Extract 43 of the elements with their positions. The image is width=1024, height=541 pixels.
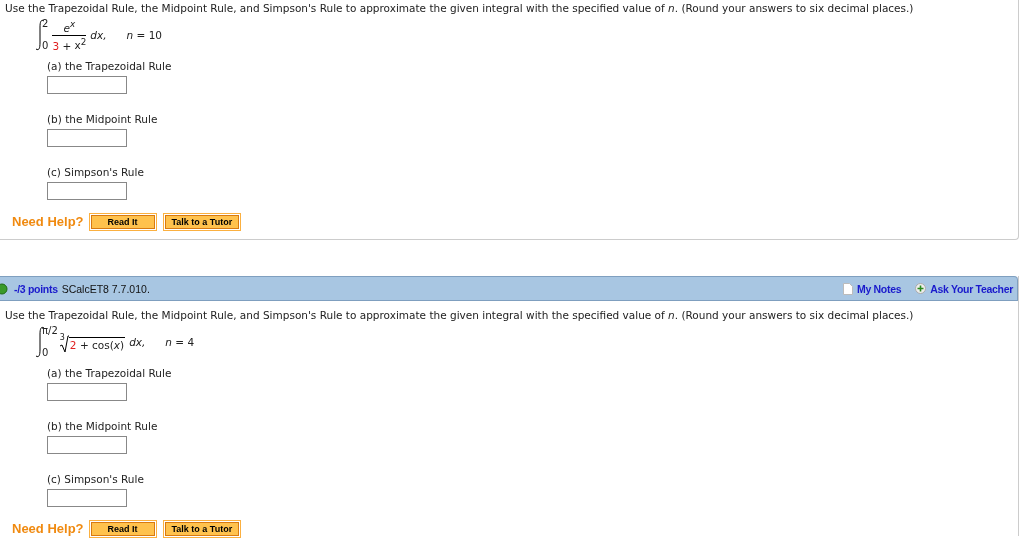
part-label: (a) the Trapezoidal Rule <box>47 366 172 380</box>
need-help-label: Need Help? <box>12 521 84 536</box>
need-help-label: Need Help? <box>12 214 84 229</box>
plus-icon <box>915 283 927 294</box>
radicand-term: + cos( <box>78 339 114 351</box>
radicand-term: 2 <box>69 339 77 351</box>
part-label: (b) the Midpoint Rule <box>47 112 158 126</box>
instruction-text: Use the Trapezoidal Rule, the Midpoint Rule, and Simpson's Rule to approximate the given integral with the specified value of n. (Round your answers to six decimal places.) <box>5 1 915 15</box>
help-button[interactable]: Read It <box>90 214 155 229</box>
part-label: (c) Simpson's Rule <box>47 472 144 486</box>
answer-field[interactable] <box>47 129 127 147</box>
radicand-term: x <box>113 339 120 351</box>
answer-field[interactable] <box>47 383 127 401</box>
n-value: n = 10 <box>126 29 163 41</box>
header-link[interactable]: Ask Your Teacher <box>930 282 1013 295</box>
upper-limit: 2 <box>42 19 49 29</box>
part-label: (b) the Midpoint Rule <box>47 419 158 433</box>
instruction-text: Use the Trapezoidal Rule, the Midpoint Rule, and Simpson's Rule to approximate the given integral with the specified value of n. (Round your answers to six decimal places.) <box>5 308 915 322</box>
note-icon <box>842 282 853 295</box>
question-code: SCalcET8 7.7.010. <box>61 282 150 295</box>
answer-field[interactable] <box>47 76 127 94</box>
denominator-term: x$^{2}$ <box>74 39 87 51</box>
n-value: n = 4 <box>165 336 195 348</box>
upper-limit: π/2 <box>42 326 58 336</box>
help-button[interactable]: Talk to a Tutor <box>164 214 240 229</box>
lower-limit: 0 <box>42 41 49 51</box>
radicand-term: ) <box>120 339 125 351</box>
part-label: (a) the Trapezoidal Rule <box>47 59 172 73</box>
denominator-term: + <box>61 39 73 51</box>
numerator: e$^{x}$ <box>52 19 87 36</box>
lower-limit: 0 <box>42 348 50 358</box>
help-button[interactable]: Talk to a Tutor <box>164 521 240 536</box>
root-index: 3 <box>59 333 65 342</box>
help-button[interactable]: Read It <box>90 521 155 536</box>
differential: dx, <box>129 336 146 348</box>
answer-field[interactable] <box>47 489 127 507</box>
points-label: -/3 points <box>14 282 58 295</box>
differential: dx, <box>90 29 107 41</box>
answer-field[interactable] <box>47 436 127 454</box>
denominator-term: 3 <box>52 39 60 51</box>
answer-field[interactable] <box>47 182 127 200</box>
header-link[interactable]: My Notes <box>856 282 902 295</box>
part-label: (c) Simpson's Rule <box>47 165 144 179</box>
